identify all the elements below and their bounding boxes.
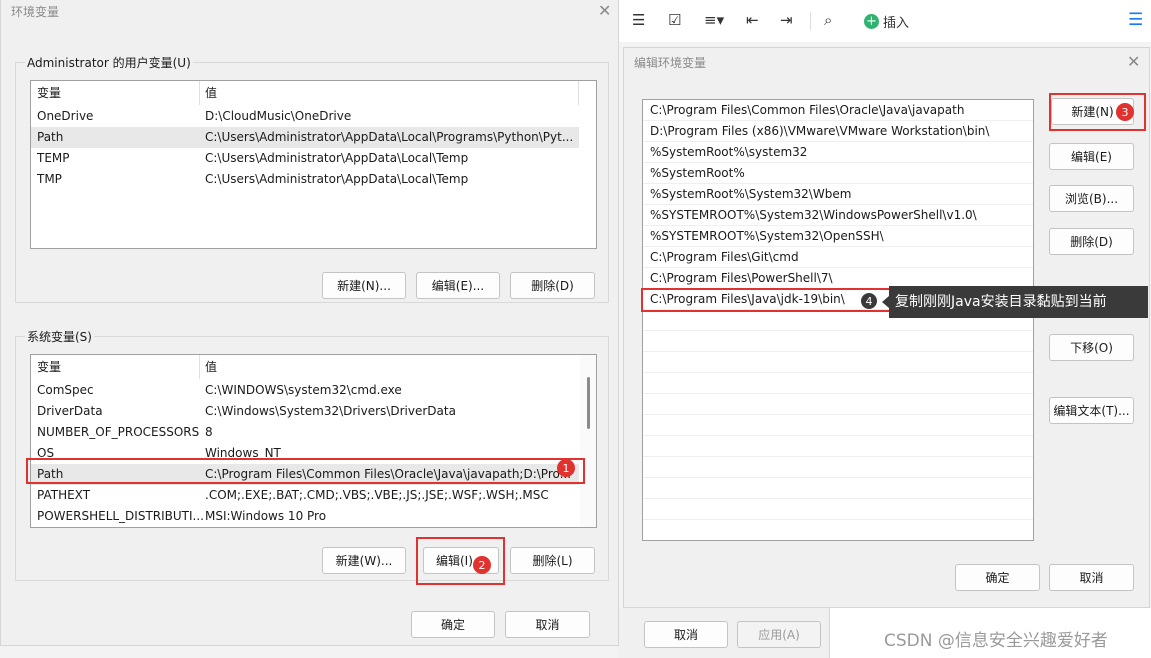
behind-cancel-button[interactable]: 取消 [644, 621, 728, 648]
checkbox-icon[interactable]: ☑ [668, 10, 681, 30]
table-row[interactable]: TMP C:\Users\Administrator\AppData\Local… [31, 169, 579, 190]
scrollbar[interactable] [580, 355, 596, 527]
list-item[interactable]: %SYSTEMROOT%\System32\OpenSSH\ [643, 226, 1033, 247]
list-item[interactable]: %SystemRoot%\System32\Wbem [643, 184, 1033, 205]
edit-text-button[interactable]: 编辑文本(T)... [1049, 397, 1134, 424]
annotation-tooltip: 复制刚刚Java安装目录黏贴到当前 [889, 286, 1148, 318]
behind-apply-button: 应用(A) [737, 621, 821, 648]
step-badge-1: 1 [557, 459, 575, 477]
user-edit-button[interactable]: 编辑(E)... [416, 272, 500, 299]
table-row[interactable]: POWERSHELL_DISTRIBUTI... MSI:Windows 10 … [31, 506, 579, 527]
table-row[interactable]: DriverData C:\Windows\System32\Drivers\D… [31, 401, 579, 422]
empty-row [643, 352, 1033, 373]
insert-label: 插入 [883, 15, 910, 31]
empty-row [643, 457, 1033, 478]
ok-button[interactable]: 确定 [955, 564, 1040, 591]
list-item[interactable]: %SystemRoot% [643, 163, 1033, 184]
move-down-button[interactable]: 下移(O) [1049, 334, 1134, 361]
edit-button[interactable]: 编辑(E) [1049, 143, 1134, 170]
list-item[interactable]: %SystemRoot%\system32 [643, 142, 1033, 163]
plus-circle-icon: + [864, 13, 879, 29]
close-icon[interactable]: ✕ [1127, 54, 1140, 70]
empty-row [643, 436, 1033, 457]
close-icon[interactable]: ✕ [598, 3, 611, 19]
user-delete-button[interactable]: 删除(D) [510, 272, 595, 299]
system-delete-button[interactable]: 删除(L) [510, 547, 595, 574]
empty-row [643, 373, 1033, 394]
indent-icon[interactable]: ⇥ [780, 10, 793, 30]
step-badge-4: 4 [860, 292, 878, 310]
cancel-button[interactable]: 取消 [1049, 564, 1134, 591]
user-new-button[interactable]: 新建(N)... [322, 272, 406, 299]
insert-button[interactable]: + 插入 [864, 11, 909, 31]
dialog-title: 编辑环境变量 [634, 56, 707, 70]
dialog-title: 环境变量 [11, 5, 60, 19]
empty-row [643, 331, 1033, 352]
table-row[interactable]: PATHEXT .COM;.EXE;.BAT;.CMD;.VBS;.VBE;.J… [31, 485, 579, 506]
editor-toolbar: ☰ ☑ ≡▾ ⇤ ⇥ ⌕ + 插入 ☰ [617, 0, 1151, 42]
list-header: 变量 值 [31, 81, 596, 105]
list-item[interactable]: %SYSTEMROOT%\System32\WindowsPowerShell\… [643, 205, 1033, 226]
table-row[interactable]: Path C:\Users\Administrator\AppData\Loca… [31, 127, 579, 148]
column-header-value[interactable]: 值 [205, 81, 217, 105]
empty-row [643, 415, 1033, 436]
list-header: 变量 值 [31, 355, 596, 379]
edit-env-var-dialog: 编辑环境变量 ✕ C:\Program Files\Common Files\O… [623, 47, 1150, 608]
menu-icon[interactable]: ☰ [1128, 10, 1143, 30]
toolbar-divider [810, 12, 811, 30]
user-variables-list[interactable]: 变量 值 OneDrive D:\CloudMusic\OneDrive Pat… [30, 80, 597, 249]
search-icon[interactable]: ⌕ [824, 10, 832, 30]
table-row[interactable]: OneDrive D:\CloudMusic\OneDrive [31, 106, 579, 127]
empty-row [643, 499, 1033, 520]
user-variables-label: Administrator 的用户变量(U) [25, 54, 193, 71]
empty-row [643, 478, 1033, 499]
system-variables-label: 系统变量(S) [25, 328, 94, 345]
column-header-value[interactable]: 值 [205, 355, 217, 379]
list-item[interactable]: D:\Program Files (x86)\VMware\VMware Wor… [643, 121, 1033, 142]
step-badge-3: 3 [1116, 103, 1134, 121]
scrollbar-thumb[interactable] [587, 377, 590, 429]
system-variables-list[interactable]: 变量 值 ComSpec C:\WINDOWS\system32\cmd.exe… [30, 354, 597, 528]
step-badge-2: 2 [473, 556, 491, 574]
path-list[interactable]: C:\Program Files\Common Files\Oracle\Jav… [642, 99, 1034, 541]
table-row[interactable]: NUMBER_OF_PROCESSORS 8 [31, 422, 579, 443]
outdent-icon[interactable]: ⇤ [746, 10, 759, 30]
list-item[interactable]: C:\Program Files\Git\cmd [643, 247, 1033, 268]
cancel-button[interactable]: 取消 [505, 611, 590, 638]
column-header-variable[interactable]: 变量 [37, 81, 61, 105]
column-header-variable[interactable]: 变量 [37, 355, 61, 379]
delete-button[interactable]: 删除(D) [1049, 228, 1134, 255]
env-vars-dialog: 环境变量 ✕ Administrator 的用户变量(U) 变量 值 OneDr… [0, 0, 619, 646]
watermark: CSDN @信息安全兴趣爱好者 [884, 631, 1108, 651]
list-item[interactable]: C:\Program Files\Common Files\Oracle\Jav… [643, 100, 1033, 121]
ok-button[interactable]: 确定 [411, 611, 495, 638]
highlight-system-path-row [26, 458, 585, 484]
system-new-button[interactable]: 新建(W)... [322, 547, 406, 574]
empty-row [643, 394, 1033, 415]
highlight-edit-button [416, 537, 505, 585]
align-icon[interactable]: ≡▾ [704, 10, 724, 30]
ordered-list-icon[interactable]: ☰ [632, 10, 645, 30]
table-row[interactable]: ComSpec C:\WINDOWS\system32\cmd.exe [31, 380, 579, 401]
browse-button[interactable]: 浏览(B)... [1049, 185, 1134, 212]
tooltip-pointer [882, 296, 889, 308]
table-row[interactable]: TEMP C:\Users\Administrator\AppData\Loca… [31, 148, 579, 169]
